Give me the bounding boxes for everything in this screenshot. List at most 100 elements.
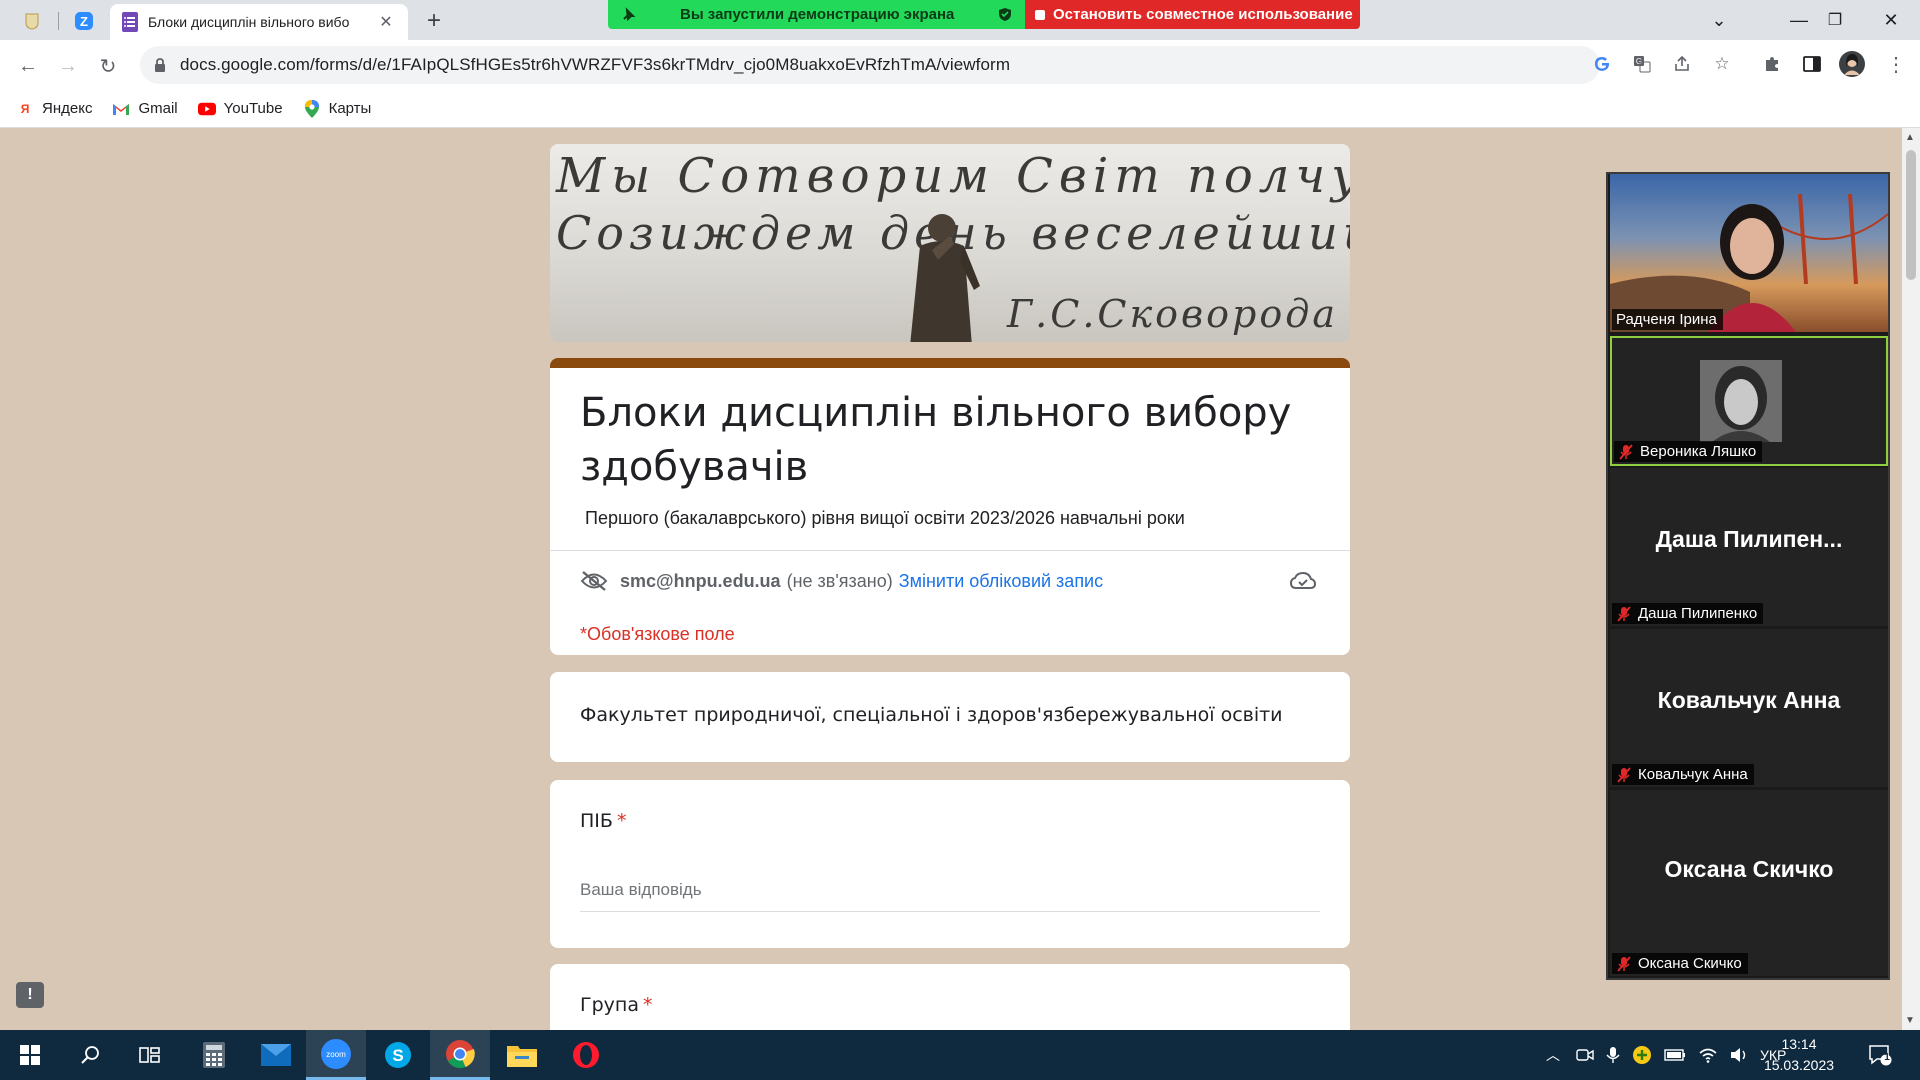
bookmark-label: Gmail	[138, 100, 178, 117]
participant-tile-active-speaker[interactable]: Вероника Ляшко	[1610, 336, 1888, 466]
search-icon	[81, 1046, 99, 1064]
taskbar-mail[interactable]	[246, 1030, 306, 1080]
bookmark-gmail[interactable]: Gmail	[112, 100, 178, 118]
scrollbar-thumb[interactable]	[1906, 150, 1916, 280]
taskbar-chrome[interactable]	[430, 1030, 490, 1080]
windows-logo-icon	[20, 1045, 40, 1065]
bookmark-maps[interactable]: Карты	[303, 99, 372, 118]
translate-icon[interactable]: G	[1628, 50, 1656, 78]
required-asterisk: *	[616, 810, 627, 832]
opera-icon	[573, 1042, 599, 1068]
battery-icon[interactable]	[1664, 1049, 1686, 1061]
report-feedback-button[interactable]: !	[16, 982, 44, 1008]
skovoroda-statue-image	[910, 214, 980, 342]
university-crest-icon	[25, 13, 39, 30]
pin-icon[interactable]	[622, 7, 636, 21]
reload-button[interactable]: ↻	[92, 50, 124, 82]
network-status-icon[interactable]	[1632, 1045, 1652, 1065]
bookmark-label: Карты	[328, 100, 372, 117]
youtube-icon	[197, 100, 216, 118]
back-button[interactable]: ←	[12, 50, 44, 82]
side-panel-icon[interactable]	[1798, 50, 1826, 78]
address-bar[interactable]: docs.google.com/forms/d/e/1FAIpQLSfHGEs5…	[140, 46, 1600, 84]
system-tray: ︿ УКР	[1546, 1030, 1786, 1080]
google-icon[interactable]	[1588, 50, 1616, 78]
zoom-participants-panel[interactable]: Радченя Ірина Вероника Ляшко Даша Пилипе…	[1606, 172, 1890, 980]
taskbar-calculator[interactable]	[184, 1030, 244, 1080]
show-hidden-icons-chevron-icon[interactable]: ︿	[1546, 1045, 1560, 1065]
question-card-group: Група *	[550, 964, 1350, 1030]
required-asterisk: *	[642, 994, 653, 1016]
stop-sharing-button[interactable]: Остановить совместное использование	[1025, 0, 1360, 29]
switch-account-link[interactable]: Змінити обліковий запис	[899, 571, 1103, 592]
search-button[interactable]	[60, 1030, 120, 1080]
account-status: (не зв'язано)	[786, 570, 893, 591]
question-label: ПІБ *	[580, 810, 626, 832]
tab-search-chevron-icon[interactable]: ⌄	[1696, 6, 1742, 34]
profile-avatar[interactable]	[1838, 50, 1866, 78]
start-button[interactable]	[0, 1030, 60, 1080]
task-view-button[interactable]	[120, 1030, 180, 1080]
meet-now-icon[interactable]	[1576, 1047, 1594, 1063]
new-tab-button[interactable]: +	[420, 8, 448, 36]
participant-name: Радченя Ірина	[1616, 311, 1717, 328]
notification-center-button[interactable]: 1	[1868, 1030, 1892, 1080]
zoom-icon: Z	[75, 12, 93, 30]
chrome-icon	[446, 1039, 475, 1068]
question-label: Група *	[580, 994, 652, 1016]
taskbar-zoom[interactable]: zoom	[306, 1030, 366, 1080]
yandex-icon: Я	[20, 101, 30, 116]
banner-signature: Г.С.Сковорода	[1007, 292, 1338, 336]
account-row: smc@hnpu.edu.ua (не зв'язано) Змінити об…	[580, 570, 1103, 592]
account-email: smc@hnpu.edu.ua	[620, 570, 781, 591]
taskbar-clock[interactable]: 13:14 15.03.2023	[1756, 1034, 1842, 1076]
page-scrollbar[interactable]: ▲ ▼	[1902, 128, 1920, 1030]
svg-text:Z: Z	[80, 14, 88, 29]
question-title: Група	[580, 994, 639, 1016]
question-title: ПІБ	[580, 810, 613, 832]
gmail-icon	[112, 100, 130, 118]
restore-button[interactable]: ❐	[1812, 6, 1858, 34]
pinned-tab-university[interactable]	[12, 4, 52, 38]
taskbar-skype[interactable]: S	[368, 1030, 428, 1080]
participant-tile[interactable]: Оксана Скичко Оксана Скичко	[1610, 790, 1888, 976]
pib-answer-input[interactable]: Ваша відповідь	[580, 880, 1320, 912]
participant-tile[interactable]: Радченя Ірина	[1610, 174, 1888, 332]
svg-text:S: S	[392, 1046, 403, 1065]
clock-time: 13:14	[1781, 1036, 1817, 1052]
bookmark-youtube[interactable]: YouTube	[197, 100, 283, 118]
participant-tile[interactable]: Даша Пилипен... Даша Пилипенко	[1610, 468, 1888, 626]
participant-name: Ковальчук Анна	[1638, 766, 1748, 783]
close-window-button[interactable]: ✕	[1868, 6, 1914, 34]
lock-icon[interactable]	[154, 58, 166, 72]
screen-share-status: Вы запустили демонстрацию экрана	[608, 0, 1025, 29]
extensions-icon[interactable]	[1758, 50, 1786, 78]
share-icon[interactable]	[1668, 50, 1696, 78]
participant-display-name: Ковальчук Анна	[1657, 687, 1841, 713]
scroll-up-arrow-icon[interactable]: ▲	[1905, 132, 1915, 143]
tab-google-form[interactable]: Блоки дисциплін вільного вибо ✕	[110, 4, 408, 40]
taskbar-opera[interactable]	[556, 1030, 616, 1080]
svg-text:zoom: zoom	[326, 1050, 346, 1059]
participant-name-label: Ковальчук Анна	[1612, 764, 1754, 785]
bookmark-star-icon[interactable]: ☆	[1708, 50, 1736, 78]
bookmark-yandex[interactable]: Я Яндекс	[16, 100, 93, 118]
muted-mic-icon	[1617, 766, 1631, 783]
mail-icon	[261, 1044, 291, 1066]
forward-button[interactable]: →	[52, 50, 84, 82]
participant-tile[interactable]: Ковальчук Анна Ковальчук Анна	[1610, 629, 1888, 787]
wifi-icon[interactable]	[1698, 1047, 1718, 1063]
taskbar-file-explorer[interactable]	[492, 1030, 552, 1080]
muted-mic-icon	[1617, 955, 1631, 972]
faculty-text: Факультет природничої, спеціальної і здо…	[580, 704, 1283, 726]
volume-icon[interactable]	[1730, 1047, 1748, 1063]
cloud-saved-icon[interactable]	[1290, 572, 1316, 592]
tab-close-icon[interactable]: ✕	[376, 12, 396, 32]
google-forms-icon	[122, 12, 138, 32]
scroll-down-arrow-icon[interactable]: ▼	[1905, 1015, 1915, 1026]
microphone-icon[interactable]	[1606, 1046, 1620, 1064]
participant-name-label: Даша Пилипенко	[1612, 603, 1764, 624]
question-card-pib: ПІБ * Ваша відповідь	[550, 780, 1350, 948]
pinned-tab-zoom[interactable]: Z	[64, 4, 104, 38]
browser-menu-icon[interactable]: ⋮	[1882, 50, 1910, 78]
